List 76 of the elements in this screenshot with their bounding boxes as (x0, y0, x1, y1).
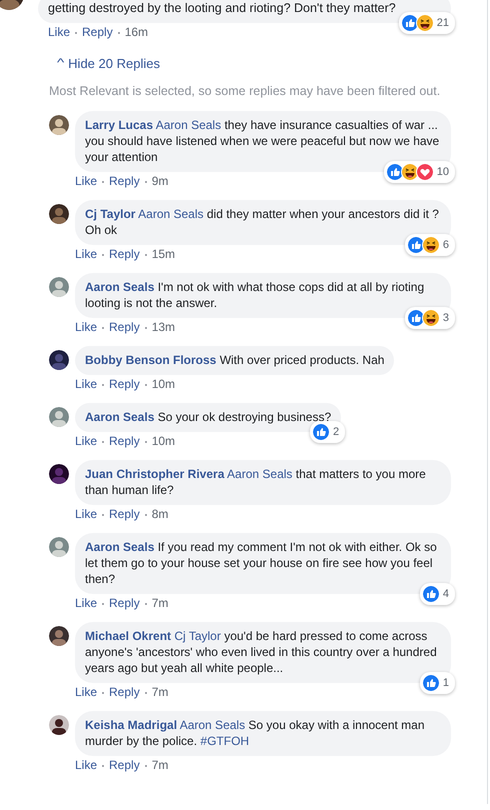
comment-text: Juan Christopher Rivera Aaron Seals that matters to you more than human life? (85, 466, 427, 498)
like-link[interactable]: Like (75, 376, 98, 391)
timestamp: 15m (152, 246, 176, 261)
mention-link[interactable]: Aaron Seals (227, 466, 292, 481)
avatar[interactable] (49, 714, 69, 735)
author-link[interactable]: Larry Lucas (85, 118, 154, 132)
hashtag-link[interactable]: #GTFOH (200, 734, 250, 748)
reply-link[interactable]: Reply (109, 596, 140, 610)
like-link[interactable]: Like (75, 684, 98, 699)
reply-link[interactable]: Reply (109, 320, 140, 334)
like-link[interactable]: Like (75, 596, 98, 610)
heart-icon (416, 162, 434, 181)
thumbs-up-icon (422, 674, 440, 692)
timestamp: 16m (124, 25, 148, 39)
author-link[interactable]: Keisha Madrigal (85, 718, 178, 732)
like-link[interactable]: Like (75, 506, 98, 521)
laughing-face-icon (416, 14, 434, 32)
reply-link[interactable]: Reply (109, 684, 140, 699)
timestamp: 7m (152, 684, 168, 699)
laughing-face-icon (422, 236, 440, 254)
timestamp: 8m (152, 506, 168, 521)
author-link[interactable]: Aaron Seals (85, 280, 154, 294)
thumbs-up-icon (422, 584, 440, 603)
timestamp: 7m (152, 758, 168, 772)
hide-replies-link[interactable]: ^ Hide 20 Replies (58, 54, 160, 73)
reactions-badge[interactable]: 1 (420, 672, 455, 694)
avatar[interactable] (49, 626, 69, 646)
author-link[interactable]: Cj Taylor (85, 206, 136, 221)
avatar[interactable] (49, 204, 69, 224)
mention-link[interactable]: Aaron Seals (138, 206, 204, 221)
avatar[interactable] (49, 464, 69, 484)
reply-link[interactable]: Reply (109, 506, 140, 521)
reactions-badge[interactable]: 3 (404, 306, 455, 329)
timestamp: 10m (152, 376, 176, 391)
mention-link[interactable]: Aaron Seals (156, 118, 222, 132)
reply-link[interactable]: Reply (109, 174, 140, 188)
laughing-face-icon (400, 162, 419, 181)
mention-link[interactable]: Cj Taylor (174, 628, 221, 643)
thumbs-up-icon (312, 422, 330, 441)
reply-link[interactable]: Reply (109, 434, 140, 448)
comment-text: getting destroyed by the looting and rioting? Don't they matter? (48, 0, 397, 16)
like-link[interactable]: Like (75, 758, 98, 772)
comment-text: Keisha Madrigal Aaron Seals So you okay with a innocent man murder by the police. #GTFOH (85, 716, 426, 749)
avatar[interactable] (49, 114, 69, 135)
thumbs-up-icon (406, 236, 425, 254)
reply-link[interactable]: Reply (109, 246, 140, 261)
like-link[interactable]: Like (48, 25, 70, 39)
author-link[interactable]: Bobby Benson Floross (85, 352, 216, 367)
author-link[interactable]: Juan Christopher Rivera (85, 466, 224, 481)
thumbs-up-icon (386, 162, 404, 181)
reply-link[interactable]: Reply (109, 758, 140, 772)
mention-link[interactable]: Aaron Seals (180, 718, 246, 732)
timestamp: 13m (152, 320, 176, 334)
like-link[interactable]: Like (75, 174, 98, 188)
thumbs-up-icon (406, 308, 425, 327)
timestamp: 10m (152, 434, 176, 448)
reply-link[interactable]: Reply (109, 376, 140, 391)
author-link[interactable]: Aaron Seals (85, 540, 154, 554)
reply-link[interactable]: Reply (82, 25, 113, 39)
filter-notice: Most Relevant is selected, so some replies may have been filtered out. (49, 83, 442, 100)
reactions-badge[interactable]: 10 (384, 160, 455, 183)
comment-text: Bobby Benson Floross With over priced products. Nah (85, 352, 384, 368)
timestamp: 7m (152, 596, 168, 610)
like-link[interactable]: Like (75, 246, 98, 261)
like-link[interactable]: Like (75, 320, 98, 334)
thumbs-up-icon (400, 14, 419, 32)
reactions-badge[interactable]: 4 (420, 582, 455, 605)
author-link[interactable]: Aaron Seals (85, 410, 154, 424)
reactions-badge[interactable]: 6 (404, 234, 455, 256)
reactions-badge[interactable]: 21 (398, 12, 455, 34)
timestamp: 9m (152, 174, 168, 188)
laughing-face-icon (422, 308, 440, 327)
reactions-badge[interactable]: 2 (310, 420, 346, 443)
author-link[interactable]: Michael Okrent (85, 628, 172, 643)
avatar[interactable] (49, 350, 69, 370)
like-link[interactable]: Like (75, 434, 98, 448)
